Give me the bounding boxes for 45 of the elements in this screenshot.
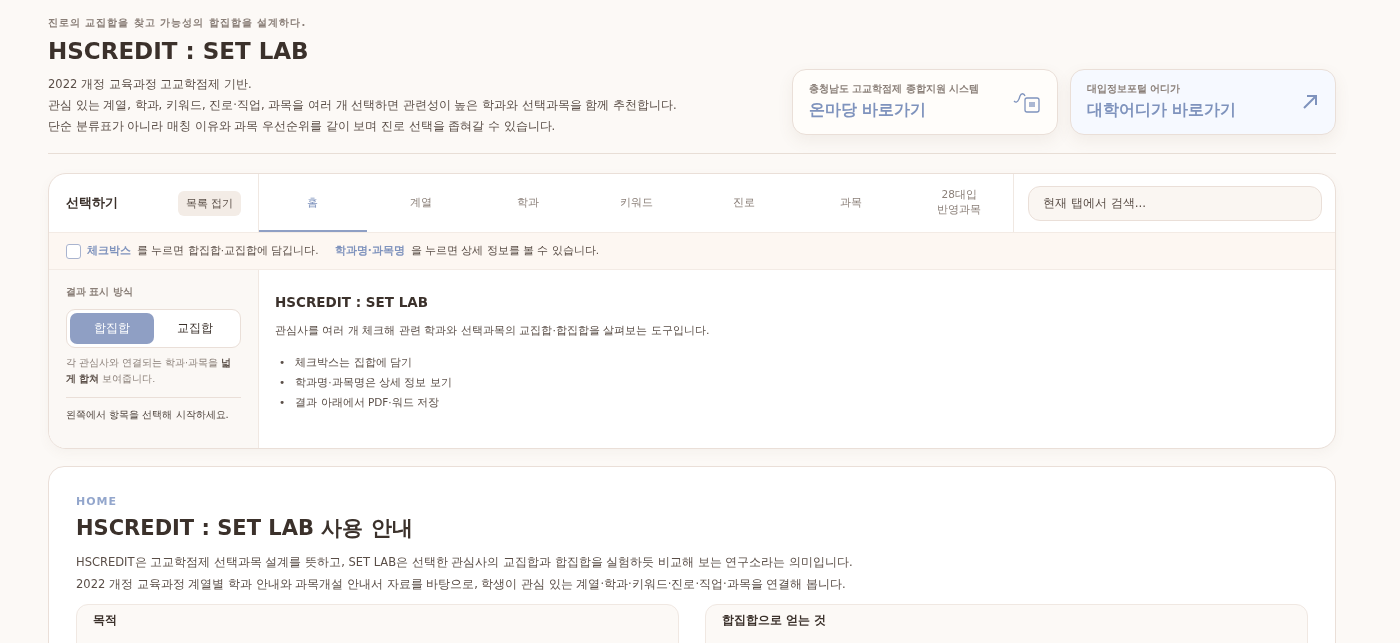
shortcut-label: 대학어디가 바로가기 xyxy=(1087,100,1237,121)
name-term: 학과명·과목명 xyxy=(334,244,405,258)
shortcut-caption: 대입정보포털 어디가 xyxy=(1087,83,1182,96)
tagline: 진로의 교집합을 찾고 가능성의 합집합을 설계하다. xyxy=(48,16,308,30)
mode-label: 결과 표시 방식 xyxy=(66,286,134,299)
eyebrow: HOME xyxy=(76,495,119,508)
tab[interactable]: 학과 xyxy=(474,174,583,232)
notice-text: 을 누르면 상세 정보를 볼 수 있습니다. xyxy=(410,244,600,258)
guide-paragraph: 2022 개정 교육과정 계열별 학과 안내와 과목개설 안내서 자료를 바탕으로, 학생이 관심 있는 계열·학과·키워드·진로·직업·과목을 연결해 봅니다. xyxy=(76,576,847,593)
guide-title: HSCREDIT : SET LAB 사용 안내 xyxy=(76,515,414,542)
intro-line: 관심 있는 계열, 학과, 키워드, 진로·직업, 과목을 여러 개 선택하면 관련성이 높은 학과와 선택과목을 함께 추천합니다. xyxy=(48,97,677,114)
bullet-item: 체크박스는 집합에 담기 xyxy=(295,355,412,370)
sidebar-title: 선택하기 xyxy=(66,194,118,212)
arrow-up-right-icon xyxy=(1301,93,1319,111)
tab[interactable]: 과목 xyxy=(797,174,906,232)
tab[interactable]: 진로 xyxy=(689,174,798,232)
bullet-marker: • xyxy=(279,355,286,370)
tab[interactable]: 28대입 반영과목 xyxy=(905,174,1014,232)
bullet-item: 학과명·과목명은 상세 정보 보기 xyxy=(295,375,452,390)
shortcut-card[interactable]: 대입정보포털 어디가 대학어디가 바로가기 xyxy=(1070,69,1336,135)
page-title: HSCREDIT : SET LAB xyxy=(48,38,310,64)
search-field[interactable]: 현재 탭에서 검색... xyxy=(1028,185,1322,221)
content-title: HSCREDIT : SET LAB xyxy=(275,294,429,310)
collapse-button[interactable]: 목록 접기 xyxy=(177,190,241,216)
mode-hint: 각 관심사와 연결되는 학과·과목을 넓게 합쳐 보여줍니다. xyxy=(66,355,241,398)
bullet-marker: • xyxy=(279,375,286,390)
checkbox-term: 체크박스 xyxy=(87,244,131,258)
shortcut-caption: 충청남도 고교학점제 종합지원 시스템 xyxy=(809,83,979,96)
tab[interactable]: 키워드 xyxy=(582,174,690,232)
shortcut-label: 온마당 바로가기 xyxy=(809,100,928,121)
info-card-title: 합집합으로 얻는 것 xyxy=(722,613,826,627)
guide-paragraph: HSCREDIT은 고교학점제 선택과목 설계를 뜻하고, SET LAB은 선택한 관심사의 교집합과 합집합을 실험하듯 비교해 보는 연구소라는 의미입니다. xyxy=(76,554,854,571)
intro-line: 2022 개정 교육과정 고교학점제 기반. xyxy=(48,76,253,93)
empty-message: 왼쪽에서 항목을 선택해 시작하세요. xyxy=(66,408,230,422)
mode-option[interactable]: 합집합 xyxy=(70,313,154,344)
mode-option[interactable]: 교집합 xyxy=(153,313,237,344)
checkbox[interactable] xyxy=(66,243,81,259)
intro-line: 단순 분류표가 아니라 매칭 이유와 과목 우선순위를 같이 보며 진로 선택을 좁혀갈 수 있습니다. xyxy=(48,118,557,135)
content-description: 관심사를 여러 개 체크해 관련 학과와 선택과목의 교집합·합집합을 살펴보는 도구입니다. xyxy=(275,323,711,338)
info-card-title: 목적 xyxy=(93,613,117,627)
shortcut-card[interactable]: 충청남도 고교학점제 종합지원 시스템 온마당 바로가기 xyxy=(792,69,1058,135)
bullet-item: 결과 아래에서 PDF·워드 저장 xyxy=(295,395,439,410)
tab[interactable]: 계열 xyxy=(366,174,475,232)
bullet-marker: • xyxy=(279,395,286,410)
notice-text: 를 누르면 합집합·교집합에 담깁니다. xyxy=(137,244,319,258)
